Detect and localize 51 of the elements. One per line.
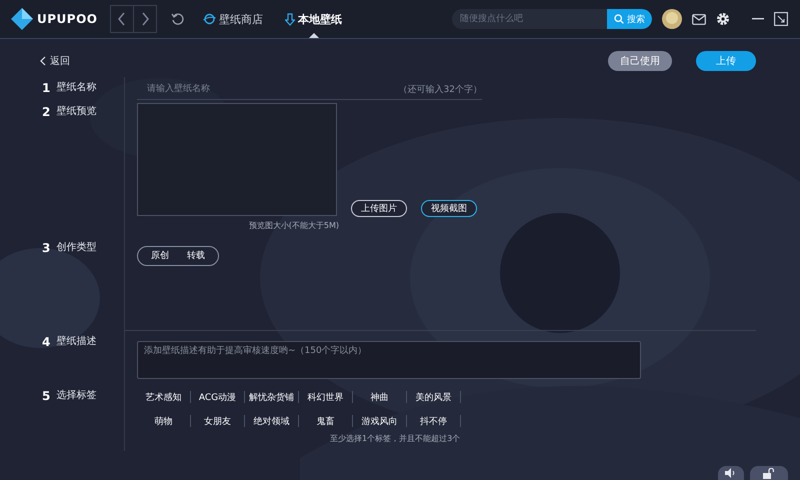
tag-option[interactable]: 美的风景 xyxy=(416,390,452,404)
mail-icon[interactable] xyxy=(692,14,706,24)
description-field[interactable]: 添加壁纸描述有助于提高审核速度哟~（150个字以内） xyxy=(137,341,641,379)
tag-option[interactable]: 游戏风向 xyxy=(362,414,398,428)
tag-option[interactable]: 女朋友 xyxy=(204,414,231,428)
step-label: 创作类型 xyxy=(56,241,96,255)
step-number: 2 xyxy=(42,105,50,119)
logo-icon xyxy=(10,7,34,31)
step-number: 5 xyxy=(42,389,50,403)
size-hint: 预览图大小(不能大于5M) xyxy=(248,220,339,231)
action-button[interactable]: 自己使用 xyxy=(608,51,672,71)
step-label: 选择标签 xyxy=(56,389,96,403)
back-link[interactable]: 返回 xyxy=(40,54,70,68)
tag-option[interactable]: 绝对领域 xyxy=(254,414,290,428)
tags-note: 至少选择1个标签，并且不能超过3个 xyxy=(330,433,462,444)
type-option[interactable]: 原创 xyxy=(142,249,178,262)
tag-option[interactable]: 科幻世界 xyxy=(308,390,344,404)
tag-option[interactable]: 鬼畜 xyxy=(316,414,334,428)
cloud-icon xyxy=(203,13,216,25)
upload-button[interactable]: 上传图片 xyxy=(351,200,407,217)
search-icon xyxy=(614,14,624,24)
nav-tab[interactable]: 壁纸商店 xyxy=(199,0,267,38)
volume-button[interactable] xyxy=(718,466,744,480)
restore-icon[interactable] xyxy=(774,12,788,26)
tag-option[interactable]: 抖不停 xyxy=(420,414,447,428)
nav-tab[interactable]: 本地壁纸 xyxy=(281,0,346,38)
logo-text: UPUPOO xyxy=(37,12,98,26)
upload-button[interactable]: 视频截图 xyxy=(421,200,477,217)
tag-option[interactable]: ACG动漫 xyxy=(198,390,236,404)
tag-option[interactable]: 神曲 xyxy=(370,390,388,404)
name-input[interactable]: 请输入壁纸名称 xyxy=(137,83,399,95)
step-number: 4 xyxy=(42,335,50,349)
refresh-icon[interactable] xyxy=(171,12,185,26)
type-option[interactable]: 转载 xyxy=(178,249,214,262)
unlock-icon xyxy=(763,468,775,478)
speaker-icon xyxy=(725,468,737,478)
tag-option[interactable]: 解忧杂货铺 xyxy=(249,390,294,404)
char-counter: （还可输入32个字） xyxy=(398,84,482,96)
minimize-icon[interactable] xyxy=(752,18,764,20)
step-number: 3 xyxy=(42,241,50,255)
step-number: 1 xyxy=(42,81,50,95)
step-label: 壁纸名称 xyxy=(56,81,96,95)
avatar-icon[interactable] xyxy=(662,9,682,29)
settings-icon[interactable] xyxy=(716,12,730,26)
download-icon xyxy=(285,12,295,26)
step-label: 壁纸描述 xyxy=(56,335,96,349)
lock-button[interactable] xyxy=(750,466,788,480)
step-label: 壁纸预览 xyxy=(56,105,96,119)
tag-option[interactable]: 艺术感知 xyxy=(146,390,182,404)
tag-option[interactable]: 萌物 xyxy=(154,414,172,428)
chevron-left-icon xyxy=(40,56,46,66)
